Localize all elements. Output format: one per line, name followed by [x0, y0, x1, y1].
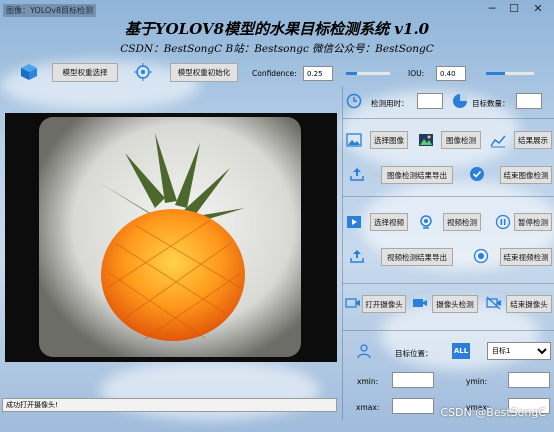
picture-icon	[418, 132, 434, 148]
export-video-button[interactable]: 视频检测结果导出	[381, 248, 453, 266]
upload-icon	[349, 166, 365, 182]
panel-divider	[342, 330, 554, 331]
check-circle-icon	[469, 166, 485, 182]
init-weights-button[interactable]: 模型权重初始化	[170, 63, 238, 82]
minimize-icon[interactable]: ─	[482, 2, 502, 15]
ymin-label: ymin:	[466, 377, 488, 386]
maximize-icon[interactable]: ☐	[504, 2, 524, 15]
iou-label: IOU:	[408, 69, 425, 78]
confidence-slider-fill	[346, 72, 357, 75]
pause-detect-button[interactable]: 暂停检测	[514, 213, 552, 231]
clock-icon	[346, 93, 362, 109]
detect-camera-button[interactable]: 摄像头检测	[432, 295, 478, 313]
video-camera-icon	[412, 295, 428, 311]
all-badge-label: ALL	[453, 347, 469, 355]
image-icon	[346, 132, 362, 148]
count-value	[516, 93, 542, 109]
status-message: 成功打开摄像头!	[6, 401, 58, 409]
camera-frame-image	[5, 113, 337, 362]
iou-slider-fill	[486, 72, 506, 75]
cube-icon	[20, 63, 38, 81]
pause-icon	[495, 214, 511, 230]
time-value	[417, 93, 443, 109]
confidence-input[interactable]: 0.25	[303, 66, 333, 81]
pie-chart-icon	[452, 93, 468, 109]
camera-icon	[345, 295, 361, 311]
select-weights-button[interactable]: 模型权重选择	[52, 63, 118, 82]
count-label: 目标数量：	[472, 99, 510, 108]
stop-camera-button[interactable]: 结束摄像头	[506, 295, 552, 313]
panel-divider	[342, 118, 554, 119]
open-camera-button[interactable]: 打开摄像头	[362, 295, 406, 313]
watermark: CSDN @BestSongC	[440, 406, 546, 419]
ymin-field	[508, 372, 550, 388]
xmax-label: xmax:	[356, 403, 380, 412]
detect-image-button[interactable]: 图像检测	[441, 131, 481, 149]
crosshair-icon	[134, 63, 152, 81]
stop-circle-icon	[473, 248, 489, 264]
window-title: 图像：YOLOv8目标检测	[3, 3, 97, 17]
window-titlebar: 图像：YOLOv8目标检测	[0, 0, 554, 20]
xmin-label: xmin:	[357, 377, 379, 386]
close-icon[interactable]: ✕	[528, 2, 548, 15]
all-badge: ALL	[452, 343, 470, 359]
status-bar: 成功打开摄像头!	[2, 398, 337, 412]
panel-divider	[342, 86, 343, 420]
confidence-label: Confidence:	[252, 69, 297, 78]
show-result-button[interactable]: 结果展示	[514, 131, 552, 149]
time-label: 检测用时：	[371, 99, 409, 108]
export-image-button[interactable]: 图像检测结果导出	[381, 166, 453, 184]
xmax-field	[392, 398, 434, 414]
stop-video-button[interactable]: 结束视频检测	[500, 248, 552, 266]
video-display	[5, 113, 337, 362]
stop-image-button[interactable]: 结束图像检测	[500, 166, 552, 184]
user-location-icon	[356, 343, 372, 359]
page-subtitle: CSDN：BestSongC B站：Bestsongc 微信公众号：BestSo…	[120, 43, 434, 55]
select-image-button[interactable]: 选择图像	[370, 131, 408, 149]
detect-video-button[interactable]: 视频检测	[443, 213, 481, 231]
chart-icon	[490, 132, 506, 148]
webcam-icon	[418, 214, 434, 230]
panel-divider	[342, 196, 554, 197]
page-title: 基于YOLOV8模型的水果目标检测系统 v1.0	[124, 20, 430, 38]
target-select[interactable]: 目标1	[487, 342, 551, 360]
camera-off-icon	[486, 295, 502, 311]
iou-slider[interactable]	[486, 72, 534, 75]
target-position-label: 目标位置：	[395, 349, 433, 358]
xmin-field	[392, 372, 434, 388]
iou-input[interactable]: 0.40	[436, 66, 466, 81]
select-video-button[interactable]: 选择视频	[370, 213, 408, 231]
panel-divider	[342, 283, 554, 284]
upload-icon	[349, 248, 365, 264]
video-player-icon	[346, 214, 362, 230]
confidence-slider[interactable]	[346, 72, 390, 75]
